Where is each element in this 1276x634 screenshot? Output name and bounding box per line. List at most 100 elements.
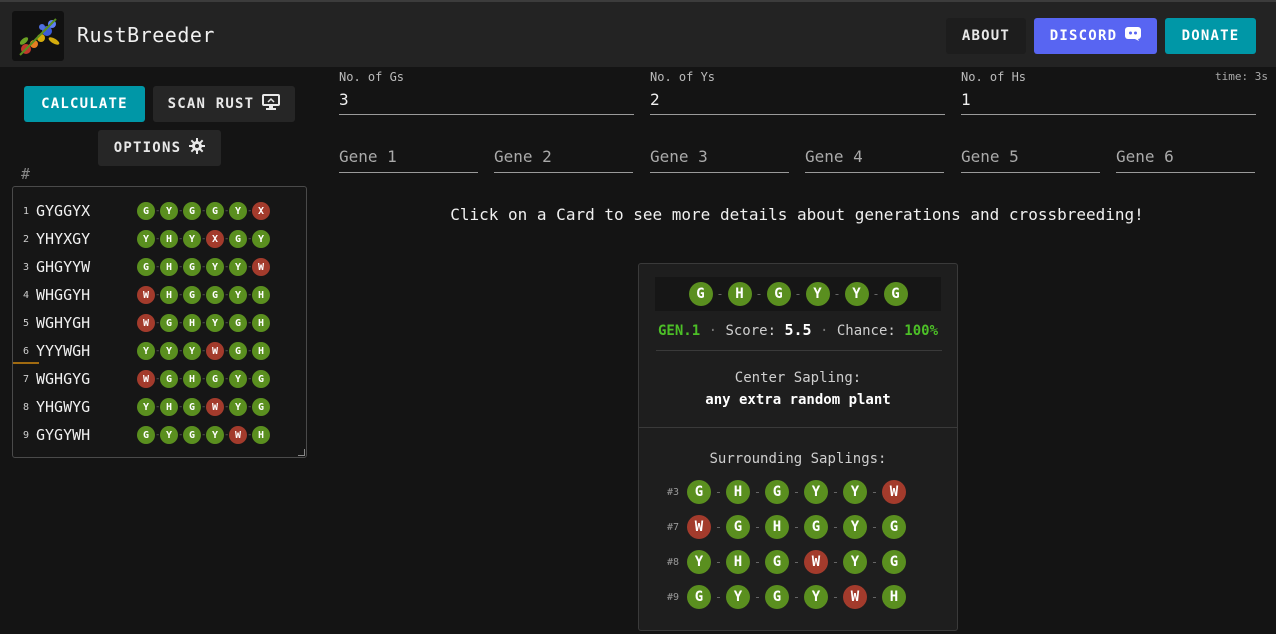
list-item[interactable]: 8 YHGWYG Y - H - G - W - Y - G <box>13 393 308 421</box>
list-item-name: GHGYYW <box>36 258 91 276</box>
gene-separator: - <box>870 520 879 534</box>
hs-count-field[interactable]: No. of Hs 1 <box>961 70 1256 115</box>
gene-separator: - <box>870 555 879 569</box>
gene-h-badge: H <box>160 398 178 416</box>
gene-y-badge: Y <box>843 515 867 539</box>
gene-separator: - <box>831 520 840 534</box>
list-item[interactable]: 2 YHYXGY Y - H - Y - X - G - Y <box>13 225 308 253</box>
list-item[interactable]: 4 WHGGYH W - H - G - G - Y - H <box>13 281 308 309</box>
gene-5-input[interactable]: Gene 5 <box>961 140 1100 173</box>
gene-g-badge: G <box>804 515 828 539</box>
gene-separator: - <box>794 287 802 301</box>
gene-separator: - <box>753 485 762 499</box>
options-button[interactable]: OPTIONS <box>98 130 221 166</box>
gene-h-badge: H <box>160 258 178 276</box>
sapling-list-textarea[interactable]: 1 GYGGYX G - Y - G - G - Y - X 2 YHYXGY Y - H - Y - X - G - Y 3 GHG… <box>12 186 307 458</box>
app-title: RustBreeder <box>77 23 215 47</box>
gene-separator: - <box>753 590 762 604</box>
gene-h-badge: H <box>882 585 906 609</box>
gene-separator: - <box>792 590 801 604</box>
sapling-number: #8 <box>667 556 680 568</box>
list-item-number: 2 <box>23 233 30 245</box>
gene-g-badge: G <box>137 202 155 220</box>
monitor-icon <box>262 94 281 114</box>
result-card[interactable]: G-H-G-Y-Y-G GEN.1 · Score: 5.5 · Chance:… <box>638 263 958 631</box>
gene-3-input[interactable]: Gene 3 <box>650 140 789 173</box>
gene-y-badge: Y <box>183 230 201 248</box>
gene-w-badge: W <box>843 585 867 609</box>
list-item[interactable]: 3 GHGYYW G - H - G - Y - Y - W <box>13 253 308 281</box>
gene-w-badge: W <box>229 426 247 444</box>
donate-button[interactable]: DONATE <box>1165 18 1256 54</box>
chance-label: Chance: <box>836 323 896 339</box>
gene-y-badge: Y <box>206 426 224 444</box>
sapling-number: #7 <box>667 521 680 533</box>
list-item-genes: W-G-H-G-Y-G <box>137 370 270 388</box>
gene-y-badge: Y <box>229 398 247 416</box>
gene-g-badge: G <box>183 286 201 304</box>
scan-rust-label: SCAN RUST <box>167 96 255 112</box>
list-item[interactable]: 5 WGHYGH W - G - H - Y - G - H <box>13 309 308 337</box>
gene-g-badge: G <box>206 202 224 220</box>
gene-g-badge: G <box>765 480 789 504</box>
list-item-number: 8 <box>23 401 30 413</box>
gene-y-badge: Y <box>206 314 224 332</box>
gene-w-badge: W <box>252 258 270 276</box>
gene-g-badge: G <box>183 202 201 220</box>
list-item-number: 5 <box>23 317 30 329</box>
gene-4-input[interactable]: Gene 4 <box>805 140 944 173</box>
sapling-genes: G-Y-G-Y-W-H <box>687 585 906 609</box>
gene-h-badge: H <box>183 370 201 388</box>
scan-rust-button[interactable]: SCAN RUST <box>153 86 295 122</box>
gene-separator: - <box>872 287 880 301</box>
gene-h-badge: H <box>726 550 750 574</box>
gene-y-badge: Y <box>137 230 155 248</box>
list-item[interactable]: 1 GYGGYX G - Y - G - G - Y - X <box>13 197 308 225</box>
gene-g-badge: G <box>206 370 224 388</box>
list-item-number: 4 <box>23 289 30 301</box>
gear-icon <box>189 138 206 158</box>
gene-2-input[interactable]: Gene 2 <box>494 140 633 173</box>
app-logo[interactable] <box>12 11 64 61</box>
gs-count-value: 3 <box>339 90 349 109</box>
ys-count-field[interactable]: No. of Ys 2 <box>650 70 945 115</box>
card-divider <box>656 350 942 351</box>
gene-h-badge: H <box>252 342 270 360</box>
calculate-button[interactable]: CALCULATE <box>24 86 145 122</box>
gene-6-input[interactable]: Gene 6 <box>1116 140 1255 173</box>
list-item-number: 7 <box>23 373 30 385</box>
list-item[interactable]: 6 YYYWGH Y - Y - Y - W - G - H <box>13 337 308 365</box>
gene-g-badge: G <box>137 426 155 444</box>
list-item-name: WHGGYH <box>36 286 91 304</box>
gene-h-badge: H <box>727 282 752 306</box>
sapling-genes: G-H-G-Y-Y-W <box>687 480 906 504</box>
gs-count-field[interactable]: No. of Gs 3 <box>339 70 634 115</box>
gene-separator: - <box>755 287 763 301</box>
gene-w-badge: W <box>804 550 828 574</box>
gene-separator: - <box>716 287 724 301</box>
about-label: ABOUT <box>961 28 1011 44</box>
list-item[interactable]: 7 WGHGYG W - G - H - G - Y - G <box>13 365 308 393</box>
gene-1-input[interactable]: Gene 1 <box>339 140 478 173</box>
gene-g-badge: G <box>687 585 711 609</box>
gene-separator: - <box>833 287 841 301</box>
list-item-genes: G-Y-G-G-Y-X <box>137 202 270 220</box>
gene-g-badge: G <box>882 550 906 574</box>
about-button[interactable]: ABOUT <box>946 18 1026 54</box>
gene-w-badge: W <box>206 342 224 360</box>
gene-g-badge: G <box>252 370 270 388</box>
gene-separator: - <box>870 590 879 604</box>
gs-count-label: No. of Gs <box>339 70 405 84</box>
gene-g-badge: G <box>183 258 201 276</box>
gene-g-badge: G <box>765 550 789 574</box>
sapling-row: #8 Y - H - G - W - Y - G <box>667 549 906 575</box>
gene-h-badge: H <box>160 286 178 304</box>
text-cursor <box>13 362 39 364</box>
gene-separator: - <box>870 485 879 499</box>
discord-button[interactable]: DISCORD <box>1034 18 1157 54</box>
list-item[interactable]: 9 GYGYWH G - Y - G - Y - W - H <box>13 421 308 449</box>
resize-handle[interactable] <box>298 449 305 456</box>
gene-w-badge: W <box>882 480 906 504</box>
list-item-genes: G-H-G-Y-Y-W <box>137 258 270 276</box>
gene-g-badge: G <box>229 342 247 360</box>
